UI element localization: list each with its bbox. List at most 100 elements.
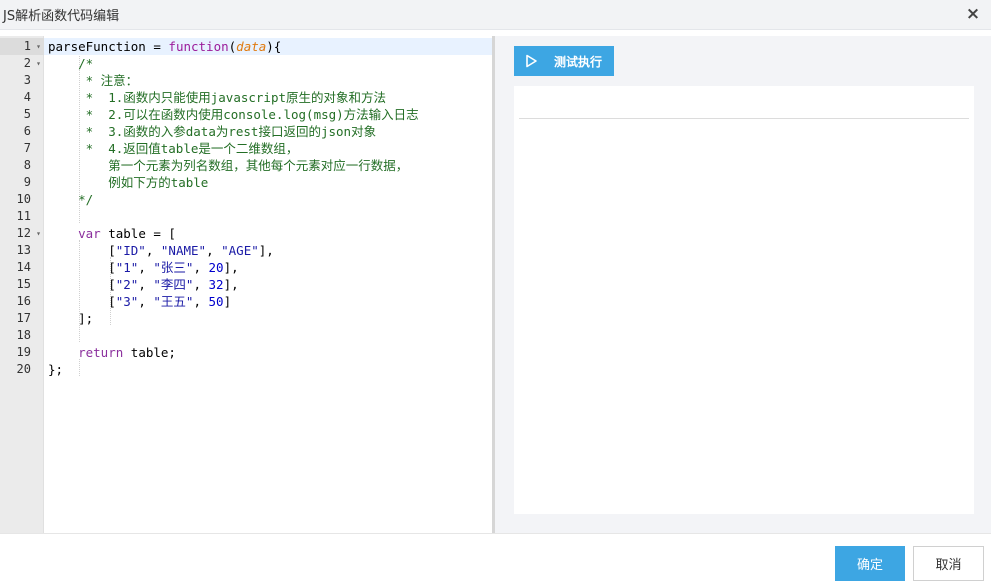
line-number-text: 20 [16, 362, 31, 376]
code-token: data [236, 39, 267, 54]
code-token: var [78, 226, 101, 241]
line-number: 2 ▾ [0, 55, 44, 72]
code-line[interactable]: parseFunction = function(data){ [44, 38, 493, 55]
code-line[interactable]: return table; [48, 344, 176, 361]
code-token: function [168, 39, 229, 54]
line-number-text: 9 [23, 175, 31, 189]
line-number: 5 [0, 106, 44, 123]
code-token: , [145, 243, 161, 258]
code-line[interactable]: * 1.函数内只能使用javascript原生的对象和方法 [48, 89, 386, 106]
code-line[interactable]: */ [48, 191, 93, 208]
code-line[interactable]: * 注意： [48, 72, 139, 89]
code-line[interactable]: /* [48, 55, 93, 72]
dialog-title: JS解析函数代码编辑 [3, 9, 120, 24]
code-token: [ [48, 243, 116, 258]
code-token: table; [123, 345, 176, 360]
fold-arrow-icon[interactable]: ▾ [36, 38, 41, 55]
play-icon [526, 54, 537, 68]
code-token: [ [48, 294, 116, 309]
code-line[interactable]: }; [48, 361, 63, 378]
line-number: 7 [0, 140, 44, 157]
line-number: 15 [0, 276, 44, 293]
code-token: "1" [115, 260, 139, 275]
line-number: 12 ▾ [0, 225, 44, 242]
code-line[interactable]: * 4.返回值table是一个二维数组， [48, 140, 299, 157]
line-number-text: 5 [23, 107, 31, 121]
code-token: , [193, 294, 209, 309]
code-token: [ [48, 260, 116, 275]
code-token: }; [48, 362, 64, 377]
line-number-gutter: 1 ▾ 2 ▾ 3 4 5 6 7 8 9 10 11 12 ▾ 13 14 15 16 17 18 19 20 [0, 36, 44, 533]
line-number-text: 11 [16, 209, 31, 223]
line-number: 11 [0, 208, 44, 225]
code-token: "AGE" [221, 243, 259, 258]
code-line[interactable]: 例如下方的table [48, 174, 208, 191]
line-number-text: 13 [16, 243, 31, 257]
line-number-text: 12 [16, 226, 31, 240]
code-line[interactable]: ["ID", "NAME", "AGE"], [48, 242, 274, 259]
code-token: * 2.可以在函数内使用console.log(msg)方法输入日志 [48, 107, 419, 122]
code-token: ], [258, 243, 274, 258]
code-line[interactable]: ["1", "张三", 20], [48, 259, 239, 276]
code-token: * 1.函数内只能使用javascript原生的对象和方法 [48, 90, 387, 105]
line-number: 9 [0, 174, 44, 191]
line-number: 14 [0, 259, 44, 276]
line-number: 18 [0, 327, 44, 344]
line-number: 17 [0, 310, 44, 327]
code-token: ]; [48, 311, 94, 326]
code-line[interactable]: ]; [48, 310, 93, 327]
code-line[interactable]: * 2.可以在函数内使用console.log(msg)方法输入日志 [48, 106, 419, 123]
fold-arrow-icon[interactable]: ▾ [36, 55, 41, 72]
code-token: 50 [208, 294, 224, 309]
code-token: [ [48, 277, 116, 292]
code-token: 32 [208, 277, 224, 292]
test-run-pane: 测试执行 [495, 36, 991, 533]
code-token: "张三" [153, 260, 194, 275]
code-area[interactable]: parseFunction = function(data){ /* * 注意：… [44, 36, 493, 533]
code-line[interactable]: ["2", "李四", 32], [48, 276, 239, 293]
confirm-button[interactable]: 确定 [835, 546, 905, 581]
code-line[interactable]: * 3.函数的入参data为rest接口返回的json对象 [48, 123, 376, 140]
code-token: table = [ [100, 226, 176, 241]
code-line[interactable]: ["3", "王五", 50] [48, 293, 231, 310]
line-number: 1 ▾ [0, 38, 44, 55]
dialog-footer: 确定 取消 [0, 533, 991, 586]
line-number-text: 16 [16, 294, 31, 308]
code-token: ], [223, 277, 239, 292]
line-number-text: 6 [23, 124, 31, 138]
line-number: 10 [0, 191, 44, 208]
code-token: * 3.函数的入参data为rest接口返回的json对象 [48, 124, 377, 139]
line-number: 6 [0, 123, 44, 140]
line-number-text: 14 [16, 260, 31, 274]
code-token: ], [223, 260, 239, 275]
code-token: 例如下方的table [48, 175, 209, 190]
code-token: , [206, 243, 222, 258]
code-token: ){ [266, 39, 282, 54]
line-number-text: 7 [23, 141, 31, 155]
line-number-text: 19 [16, 345, 31, 359]
code-token: , [193, 277, 209, 292]
code-token: "王五" [153, 294, 194, 309]
test-run-label: 测试执行 [554, 55, 603, 69]
line-number-text: 18 [16, 328, 31, 342]
line-number: 4 [0, 89, 44, 106]
code-editor[interactable]: 1 ▾ 2 ▾ 3 4 5 6 7 8 9 10 11 12 ▾ 13 14 15 16 17 18 19 20 parse… [0, 36, 493, 533]
line-number-text: 3 [23, 73, 31, 87]
test-run-button[interactable]: 测试执行 [514, 46, 614, 76]
code-line[interactable]: var table = [ [48, 225, 176, 242]
fold-arrow-icon[interactable]: ▾ [36, 225, 41, 242]
line-number-text: 15 [16, 277, 31, 291]
line-number-text: 1 [23, 39, 31, 53]
line-number-text: 4 [23, 90, 31, 104]
code-token: , [138, 277, 154, 292]
close-icon[interactable]: × [965, 3, 981, 25]
code-line[interactable]: 第一个元素为列名数组，其他每个元素对应一行数据， [48, 157, 408, 174]
code-token: 20 [208, 260, 224, 275]
code-editor-dialog: JS解析函数代码编辑 × 1 ▾ 2 ▾ 3 4 5 6 7 8 9 10 11 12 ▾ 13 14 15 16 1… [0, 0, 991, 586]
cancel-button[interactable]: 取消 [913, 546, 984, 581]
code-token: "ID" [115, 243, 146, 258]
line-number-text: 10 [16, 192, 31, 206]
code-token: /* [48, 56, 94, 71]
